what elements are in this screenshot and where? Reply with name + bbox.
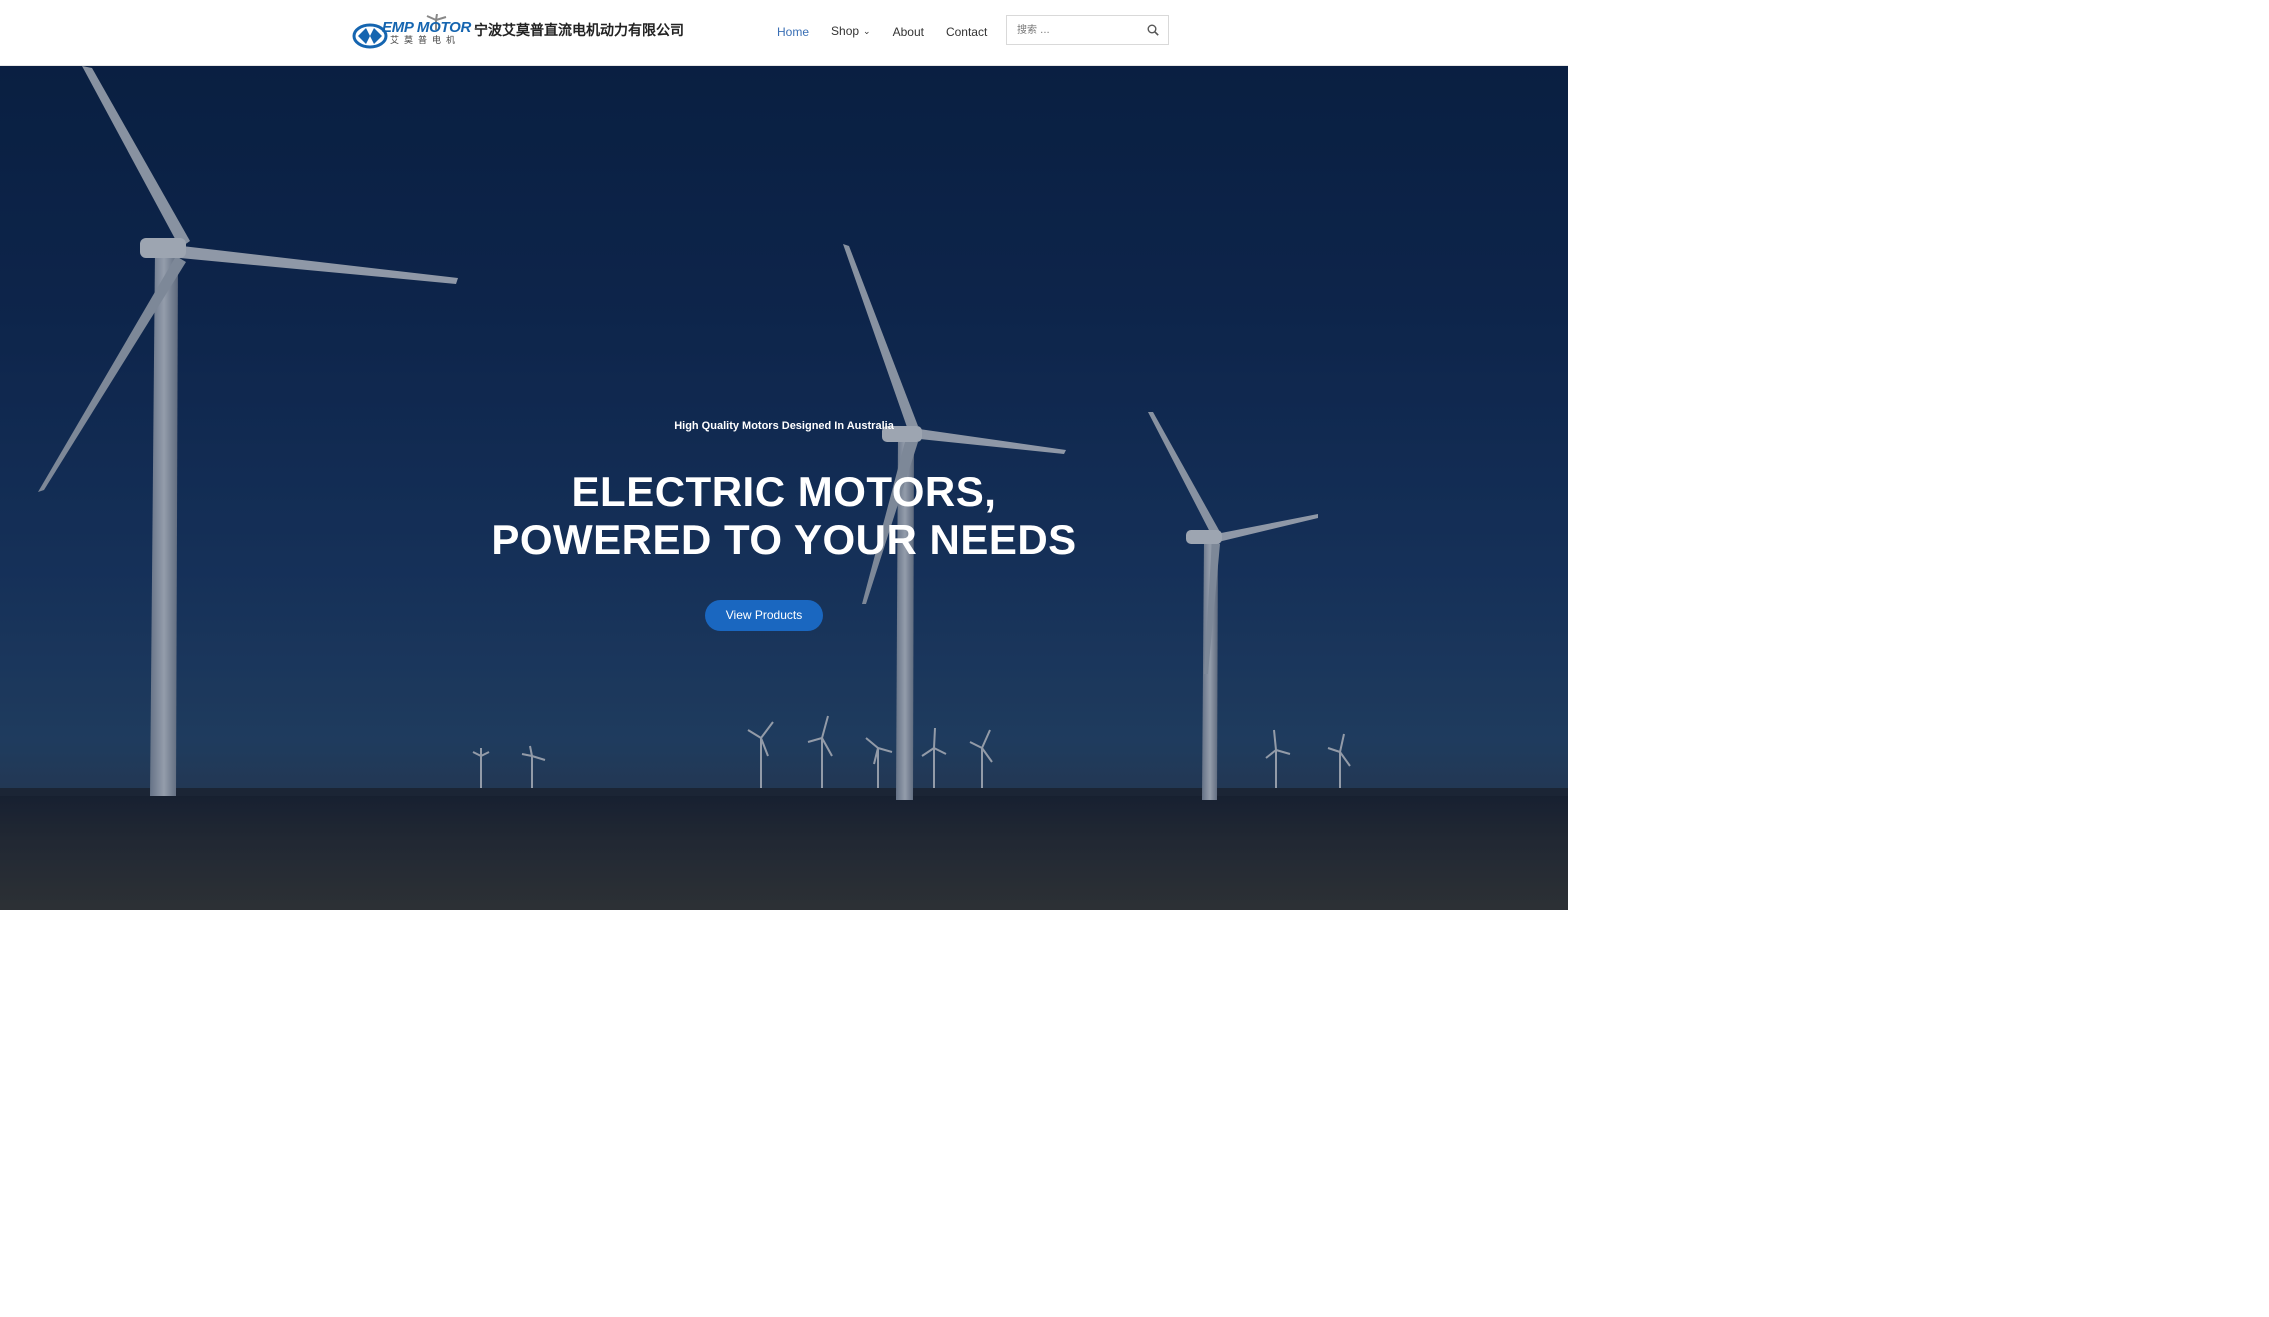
nav-item-home-label: Home [777, 24, 810, 39]
nav-item-about[interactable]: About [893, 24, 924, 40]
nav-item-about-label: About [892, 24, 924, 39]
hero-title-line-2: POWERED TO YOUR NEEDS [491, 516, 1077, 563]
logo-subtext: 艾莫普电机 [390, 36, 461, 46]
hero-title: ELECTRIC MOTORS, POWERED TO YOUR NEEDS [0, 468, 1568, 564]
nav-item-contact[interactable]: Contact [946, 24, 987, 40]
hero-title-line-1: ELECTRIC MOTORS, [571, 468, 997, 515]
nav-item-home[interactable]: Home [777, 24, 809, 40]
search-icon[interactable] [1147, 24, 1159, 36]
hero-eyebrow: High Quality Motors Designed In Australi… [674, 420, 894, 432]
main-nav: Home Shop ⌄ About Contact [777, 23, 1009, 40]
company-name[interactable]: 宁波艾莫普直流电机动力有限公司 [474, 22, 684, 40]
chevron-down-icon: ⌄ [863, 26, 871, 36]
search-input[interactable] [1007, 16, 1147, 44]
search-box [1006, 15, 1169, 45]
nav-item-shop[interactable]: Shop ⌄ [831, 23, 871, 40]
nav-item-shop-label: Shop [831, 24, 860, 38]
view-products-button[interactable]: View Products [705, 600, 823, 631]
hero-section: High Quality Motors Designed In Australi… [0, 66, 1568, 910]
site-header: EMP MOTOR 艾莫普电机 宁波艾莫普直流电机动力有限公司 Home Sho… [0, 0, 1568, 66]
nav-item-contact-label: Contact [945, 24, 988, 39]
logo-text: EMP MOTOR [382, 19, 471, 36]
